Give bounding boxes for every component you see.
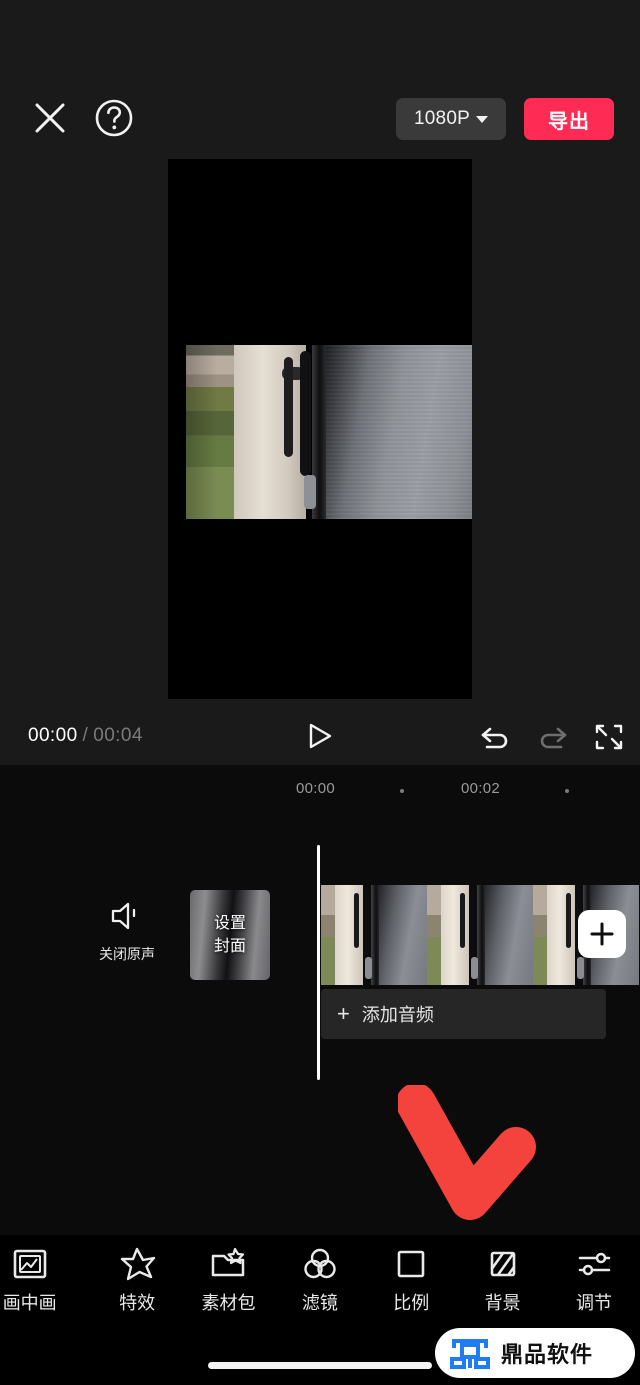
add-clip-button[interactable] <box>578 910 626 958</box>
export-button[interactable]: 导出 <box>524 98 614 140</box>
ruler-tick-label: 00:00 <box>296 780 336 797</box>
undo-button[interactable] <box>478 723 512 751</box>
current-time: 00:00 <box>28 725 78 746</box>
set-cover-button[interactable]: 设置 封面 <box>190 890 270 980</box>
time-separator: / <box>82 725 89 746</box>
top-bar: 1080P 导出 <box>0 0 640 152</box>
ruler-tick-dot <box>565 789 569 793</box>
undo-arrow-icon <box>481 727 508 749</box>
cover-label-line2: 封面 <box>213 938 246 955</box>
player-controls: 00:00/00:04 <box>0 705 640 765</box>
add-audio-button[interactable]: + 添加音频 <box>321 989 606 1039</box>
toolbar-item-aspect-ratio[interactable]: 比例 <box>366 1235 457 1315</box>
frame-wall <box>326 345 472 519</box>
play-triangle-icon <box>309 723 332 749</box>
export-label: 导出 <box>548 110 590 133</box>
toolbar-item-adjust[interactable]: 调节 <box>548 1235 639 1315</box>
speaker-mute-icon <box>111 902 136 930</box>
playhead-indicator[interactable] <box>317 845 320 1080</box>
redo-button[interactable] <box>536 723 570 751</box>
toolbar-label: 滤镜 <box>301 1293 338 1313</box>
add-audio-label: 添加音频 <box>361 1005 434 1025</box>
add-audio-plus-icon: + <box>337 1001 350 1026</box>
resolution-label: 1080P <box>414 108 470 129</box>
material-pack-icon <box>183 1243 274 1285</box>
ruler-tick-dot <box>400 789 404 793</box>
cover-label: 设置 封面 <box>190 890 270 980</box>
background-hatch-icon <box>457 1243 548 1285</box>
watermark-badge: 鼎品软件 <box>435 1328 635 1378</box>
aspect-ratio-square-icon <box>366 1243 457 1285</box>
clip-thumbnail <box>427 885 533 985</box>
preview-area <box>0 152 640 705</box>
star-sparkle-icon <box>91 1243 182 1285</box>
adjust-sliders-icon <box>548 1243 639 1285</box>
frame-door-handle-b <box>300 351 311 476</box>
mute-original-audio-button[interactable]: 关闭原声 <box>96 900 158 964</box>
clip-thumbnail <box>321 885 427 985</box>
plus-icon <box>590 922 614 946</box>
app-root: 1080P 导出 00:00/00:04 00:00 00:02 关闭原声 设置… <box>0 0 640 1385</box>
toolbar-item-picture-in-picture[interactable]: 画中画 <box>0 1235 91 1315</box>
watermark-text: 鼎品软件 <box>501 1342 594 1367</box>
toolbar-label: 调节 <box>576 1293 613 1313</box>
mute-label: 关闭原声 <box>99 946 155 962</box>
frame-door-handle-a <box>284 357 293 457</box>
close-button[interactable] <box>30 98 70 138</box>
timeline-ruler[interactable]: 00:00 00:02 <box>0 780 640 810</box>
toolbar-item-filter[interactable]: 滤镜 <box>274 1235 365 1315</box>
total-time: 00:04 <box>93 725 143 746</box>
video-frame <box>186 345 472 519</box>
toolbar-item-effects[interactable]: 特效 <box>91 1235 182 1315</box>
toolbar-label: 画中画 <box>2 1293 57 1313</box>
toolbar-label: 特效 <box>119 1293 156 1313</box>
toolbar-item-material-pack[interactable]: 素材包 <box>183 1235 274 1315</box>
toolbar-item-background[interactable]: 背景 <box>457 1235 548 1315</box>
home-indicator-bar[interactable] <box>208 1362 432 1369</box>
bottom-toolbar: 画中画 特效 素材包 滤镜 比例 背景 调节 <box>0 1235 640 1327</box>
chevron-down-icon <box>475 115 488 123</box>
question-mark-circle-icon <box>95 99 133 137</box>
resolution-selector[interactable]: 1080P <box>396 98 506 140</box>
timeline-panel[interactable]: 00:00 00:02 关闭原声 设置 封面 + 添加音频 <box>0 765 640 1235</box>
play-button[interactable] <box>302 721 338 751</box>
close-icon <box>35 103 65 133</box>
frame-door-latch <box>304 475 316 509</box>
dingpin-logo-icon <box>450 1339 490 1369</box>
toolbar-label: 背景 <box>484 1293 521 1313</box>
cover-label-line1: 设置 <box>213 914 246 932</box>
video-canvas[interactable] <box>168 159 472 699</box>
fullscreen-button[interactable] <box>594 723 624 751</box>
help-button[interactable] <box>94 98 134 138</box>
frame-outdoor-region <box>186 345 238 519</box>
picture-in-picture-icon <box>0 1243 91 1285</box>
toolbar-label: 素材包 <box>201 1293 256 1313</box>
fullscreen-expand-icon <box>595 724 623 750</box>
toolbar-label: 比例 <box>393 1293 430 1313</box>
time-readout: 00:00/00:04 <box>28 725 143 747</box>
filter-circles-icon <box>274 1243 365 1285</box>
redo-arrow-icon <box>540 727 567 749</box>
ruler-tick-label: 00:02 <box>461 780 501 797</box>
